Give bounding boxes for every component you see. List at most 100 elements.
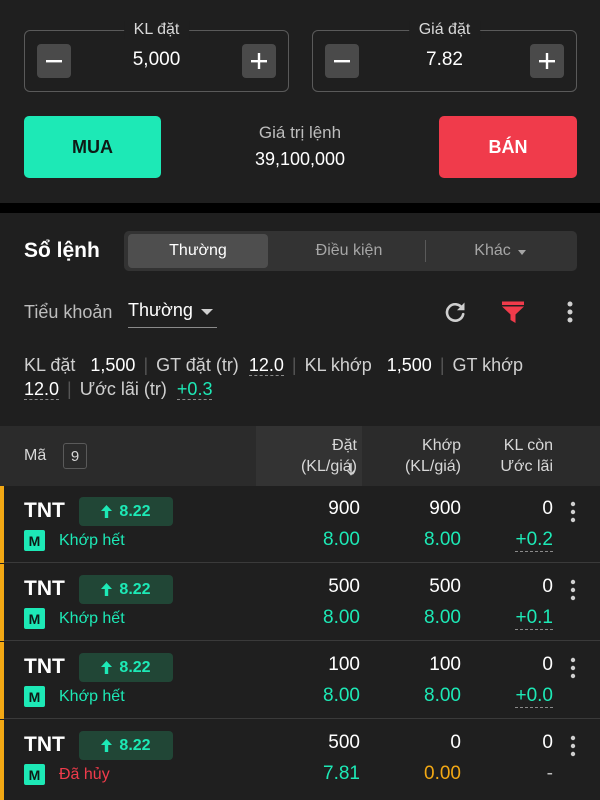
tab-conditional[interactable]: Điều kiện xyxy=(274,234,424,268)
price-decrease-button[interactable] xyxy=(325,44,359,78)
summary-label: KL khớp xyxy=(304,355,372,375)
sort-down-icon xyxy=(346,463,356,476)
summary-matched-qty: 1,500 xyxy=(386,355,432,375)
arrow-up-icon xyxy=(101,739,113,752)
row-count-badge: 9 xyxy=(63,443,87,469)
summary-est-profit: +0.3 xyxy=(176,379,213,400)
summary-label: Ước lãi (tr) xyxy=(79,379,167,399)
tab-divider xyxy=(425,240,426,262)
buy-button[interactable]: MUA xyxy=(24,116,161,178)
chevron-down-icon xyxy=(200,309,213,315)
summary-label: KL đặt xyxy=(24,355,76,375)
order-book-tabs: Thường Điều kiện Khác xyxy=(124,231,577,271)
order-status: Khớp hết xyxy=(59,688,125,705)
quantity-increase-button[interactable] xyxy=(242,44,276,78)
match-price: 8.00 xyxy=(424,529,461,550)
remain-qty: 0 xyxy=(542,498,553,519)
sub-account-select[interactable]: Thường xyxy=(128,300,217,328)
column-header-remain[interactable]: KL còn Ước lãi xyxy=(500,435,553,477)
market-badge: M xyxy=(24,608,45,629)
order-qty: 900 xyxy=(328,498,360,519)
order-qty: 500 xyxy=(328,732,360,753)
order-status: Khớp hết xyxy=(59,532,125,549)
order-price: 8.00 xyxy=(323,685,360,706)
quantity-input[interactable]: 5,000 xyxy=(85,49,228,71)
order-price: 7.81 xyxy=(323,763,360,784)
ref-price-value: 8.22 xyxy=(119,658,151,676)
column-header-line: KL còn xyxy=(503,437,553,454)
price-label: Giá đặt xyxy=(408,21,481,39)
order-value-label: Giá trị lệnh xyxy=(258,123,342,142)
table-row[interactable]: TNT 8.22 M Đã hủy 500 7.81 0 0.00 0 - xyxy=(0,720,600,800)
order-price: 8.00 xyxy=(323,607,360,628)
filter-icon[interactable] xyxy=(500,299,526,325)
refresh-icon[interactable] xyxy=(442,299,468,325)
summary-separator: | xyxy=(67,379,72,399)
order-qty: 500 xyxy=(328,576,360,597)
remain-qty: 0 xyxy=(542,576,553,597)
minus-icon xyxy=(46,60,62,63)
order-qty: 100 xyxy=(328,654,360,675)
price-input[interactable]: 7.82 xyxy=(373,49,516,71)
column-header-line: Đặt xyxy=(332,437,357,454)
row-accent-bar xyxy=(0,486,4,563)
more-vert-icon[interactable] xyxy=(566,656,580,680)
table-row[interactable]: TNT 8.22 M Khớp hết 500 8.00 500 8.00 0 … xyxy=(0,564,600,641)
column-header-line: Khớp xyxy=(422,437,461,454)
order-price: 8.00 xyxy=(323,529,360,550)
quantity-label: KL đặt xyxy=(123,21,190,39)
est-profit: +0.2 xyxy=(515,529,553,552)
order-book-title: Sổ lệnh xyxy=(24,239,100,262)
market-badge: M xyxy=(24,686,45,707)
row-symbol: TNT xyxy=(24,499,65,522)
chevron-down-icon xyxy=(517,249,526,255)
summary-matched-value: 12.0 xyxy=(24,379,60,400)
est-profit: +0.0 xyxy=(515,685,553,708)
row-accent-bar xyxy=(0,642,4,719)
market-badge: M xyxy=(24,530,45,551)
tab-normal[interactable]: Thường xyxy=(128,234,268,268)
row-symbol: TNT xyxy=(24,733,65,756)
order-status: Khớp hết xyxy=(59,610,125,627)
plus-icon xyxy=(251,53,267,69)
order-entry-panel: KL đặt 5,000 Giá đặt 7.82 MUA Giá trị lệ… xyxy=(0,0,600,203)
column-header-match[interactable]: Khớp (KL/giá) xyxy=(405,435,461,477)
est-profit: - xyxy=(546,763,553,784)
column-header-symbol[interactable]: Mã xyxy=(24,447,46,465)
table-row[interactable]: TNT 8.22 M Khớp hết 100 8.00 100 8.00 0 … xyxy=(0,642,600,719)
ref-price-badge: 8.22 xyxy=(79,575,173,604)
remain-qty: 0 xyxy=(542,654,553,675)
match-qty: 100 xyxy=(429,654,461,675)
price-stepper: Giá đặt 7.82 xyxy=(312,21,577,92)
row-accent-bar xyxy=(0,564,4,641)
row-symbol: TNT xyxy=(24,577,65,600)
more-vert-icon[interactable] xyxy=(566,500,580,524)
tab-label: Thường xyxy=(169,242,227,259)
sub-account-value: Thường xyxy=(128,300,193,320)
quantity-decrease-button[interactable] xyxy=(37,44,71,78)
more-vert-icon[interactable] xyxy=(566,578,580,602)
tab-other[interactable]: Khác xyxy=(427,234,573,268)
price-increase-button[interactable] xyxy=(530,44,564,78)
ref-price-value: 8.22 xyxy=(119,736,151,754)
est-profit: +0.1 xyxy=(515,607,553,630)
table-header: Mã 9 Đặt (KL/giá) Khớp (KL/giá) KL còn Ư… xyxy=(0,426,600,486)
row-accent-bar xyxy=(0,720,4,800)
match-price: 0.00 xyxy=(424,763,461,784)
ref-price-badge: 8.22 xyxy=(79,653,173,682)
sell-button[interactable]: BÁN xyxy=(439,116,577,178)
tab-label: Khác xyxy=(474,242,511,259)
minus-icon xyxy=(334,60,350,63)
table-row[interactable]: TNT 8.22 M Khớp hết 900 8.00 900 8.00 0 … xyxy=(0,486,600,563)
more-vert-icon[interactable] xyxy=(557,299,583,325)
summary-separator: | xyxy=(291,355,297,375)
sub-account-label: Tiểu khoản xyxy=(24,302,113,322)
match-qty: 900 xyxy=(429,498,461,519)
market-badge: M xyxy=(24,764,45,785)
match-qty: 500 xyxy=(429,576,461,597)
arrow-up-icon xyxy=(101,661,113,674)
more-vert-icon[interactable] xyxy=(566,734,580,758)
summary-order-qty: 1,500 xyxy=(90,355,136,375)
quantity-stepper: KL đặt 5,000 xyxy=(24,21,289,92)
ref-price-badge: 8.22 xyxy=(79,497,173,526)
